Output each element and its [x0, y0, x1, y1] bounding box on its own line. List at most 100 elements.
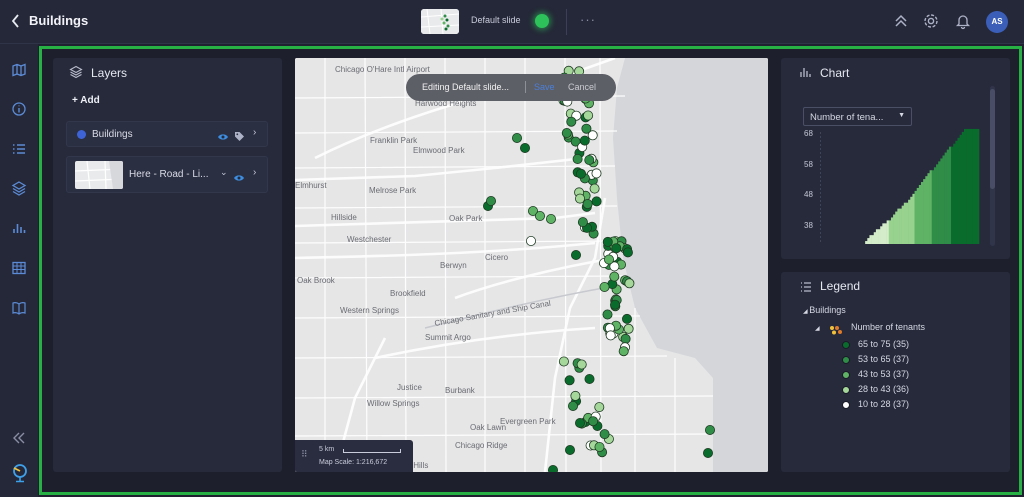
histogram-bar[interactable] — [927, 173, 930, 244]
tag-icon[interactable] — [234, 129, 245, 147]
histogram-bar[interactable] — [933, 167, 937, 244]
histogram-bar[interactable] — [974, 128, 978, 244]
building-point[interactable] — [574, 417, 585, 428]
histogram-bar[interactable] — [897, 208, 900, 244]
slide-thumbnail[interactable] — [421, 9, 459, 34]
histogram-bar[interactable] — [912, 193, 915, 244]
building-point[interactable] — [575, 168, 586, 179]
histogram-bar[interactable] — [888, 220, 892, 244]
cancel-button[interactable]: Cancel — [568, 82, 596, 92]
histogram-bar[interactable] — [925, 176, 928, 244]
building-point[interactable] — [485, 195, 496, 206]
histogram-bar[interactable] — [936, 164, 939, 244]
histogram-bar[interactable] — [905, 202, 909, 244]
histogram-bar[interactable] — [921, 182, 924, 244]
histogram-bar[interactable] — [867, 238, 870, 244]
layer-item-road-basemap[interactable]: Here - Road - Li... ⌄ › — [66, 156, 268, 193]
book-icon[interactable] — [10, 299, 28, 317]
histogram-bar[interactable] — [968, 128, 971, 244]
building-point[interactable] — [609, 271, 620, 282]
histogram-bar[interactable] — [916, 187, 920, 244]
building-point[interactable] — [622, 247, 633, 258]
building-point[interactable] — [599, 429, 610, 440]
histogram-bar[interactable] — [882, 223, 885, 244]
histogram-bar[interactable] — [890, 217, 894, 244]
histogram-bar[interactable] — [873, 232, 877, 244]
building-point[interactable] — [603, 254, 614, 265]
histogram-bar[interactable] — [944, 152, 948, 244]
histogram-bar[interactable] — [869, 235, 872, 244]
histogram-bar[interactable] — [908, 199, 911, 244]
building-point[interactable] — [594, 441, 605, 452]
avatar[interactable]: AS — [986, 11, 1008, 33]
building-point[interactable] — [564, 444, 575, 455]
visibility-eye-icon[interactable] — [217, 129, 229, 147]
histogram-bar[interactable] — [901, 205, 905, 244]
histogram-bar[interactable] — [910, 196, 913, 244]
histogram-bar[interactable] — [880, 226, 883, 244]
building-point[interactable] — [589, 183, 600, 194]
histogram-bar[interactable] — [957, 137, 960, 244]
histogram-bar[interactable] — [893, 214, 896, 245]
building-point[interactable] — [525, 235, 536, 246]
histogram-bar[interactable] — [972, 128, 976, 244]
drag-handle-icon[interactable]: ⠿ — [301, 449, 308, 460]
list-icon[interactable] — [10, 140, 28, 158]
histogram-bar[interactable] — [961, 131, 965, 244]
chevron-right-icon[interactable]: › — [253, 167, 256, 178]
building-point[interactable] — [574, 193, 585, 204]
map-canvas[interactable]: Chicago O'Hare Intl Airport Harwood Heigh… — [295, 58, 768, 472]
building-point[interactable] — [623, 323, 634, 334]
histogram-bar[interactable] — [940, 158, 943, 244]
histogram-bar[interactable] — [938, 161, 941, 244]
building-point[interactable] — [618, 346, 629, 357]
histogram-bar[interactable] — [903, 202, 907, 244]
building-point[interactable] — [545, 213, 556, 224]
building-point[interactable] — [558, 356, 569, 367]
save-button[interactable]: Save — [534, 82, 555, 92]
building-point[interactable] — [594, 402, 605, 413]
layers-icon[interactable] — [10, 179, 28, 197]
histogram-bar[interactable] — [948, 146, 952, 244]
building-point[interactable] — [588, 416, 599, 427]
building-point[interactable] — [581, 123, 592, 134]
histogram-bar[interactable] — [923, 179, 926, 244]
visibility-eye-icon[interactable] — [233, 170, 245, 188]
building-point[interactable] — [584, 373, 595, 384]
building-point[interactable] — [602, 309, 613, 320]
histogram-bar[interactable] — [970, 128, 973, 244]
building-point[interactable] — [519, 143, 530, 154]
histogram-bar[interactable] — [959, 134, 963, 244]
collapse-up-icon[interactable] — [892, 12, 910, 30]
table-icon[interactable] — [10, 259, 28, 277]
layer-item-buildings[interactable]: Buildings › — [66, 121, 268, 147]
add-layer-button[interactable]: + Add — [72, 95, 100, 106]
slide-name[interactable]: Default slide — [471, 15, 521, 25]
building-point[interactable] — [570, 390, 581, 401]
histogram-bar[interactable] — [951, 146, 954, 244]
histogram-bar[interactable] — [865, 241, 868, 244]
building-point[interactable] — [579, 135, 590, 146]
building-point[interactable] — [621, 313, 632, 324]
histogram-chart[interactable] — [820, 126, 985, 246]
building-point[interactable] — [602, 236, 613, 247]
building-point[interactable] — [548, 465, 558, 472]
building-point[interactable] — [577, 217, 588, 228]
building-point[interactable] — [534, 210, 545, 221]
building-point[interactable] — [584, 155, 595, 166]
bell-icon[interactable] — [954, 12, 972, 30]
histogram-bar[interactable] — [953, 143, 956, 244]
legend-layer-toggle[interactable]: ◢ Buildings — [803, 305, 846, 315]
histogram-bar[interactable] — [886, 220, 890, 244]
histogram-bar[interactable] — [942, 155, 945, 245]
building-point[interactable] — [620, 333, 631, 344]
histogram-bar[interactable] — [899, 208, 902, 244]
histogram-bar[interactable] — [878, 229, 881, 244]
collapse-left-icon[interactable] — [10, 429, 28, 447]
building-point[interactable] — [704, 424, 715, 435]
histogram-bar[interactable] — [929, 170, 933, 244]
building-point[interactable] — [572, 154, 583, 165]
building-point[interactable] — [511, 133, 522, 144]
histogram-bar[interactable] — [918, 185, 922, 244]
building-point[interactable] — [611, 243, 622, 254]
